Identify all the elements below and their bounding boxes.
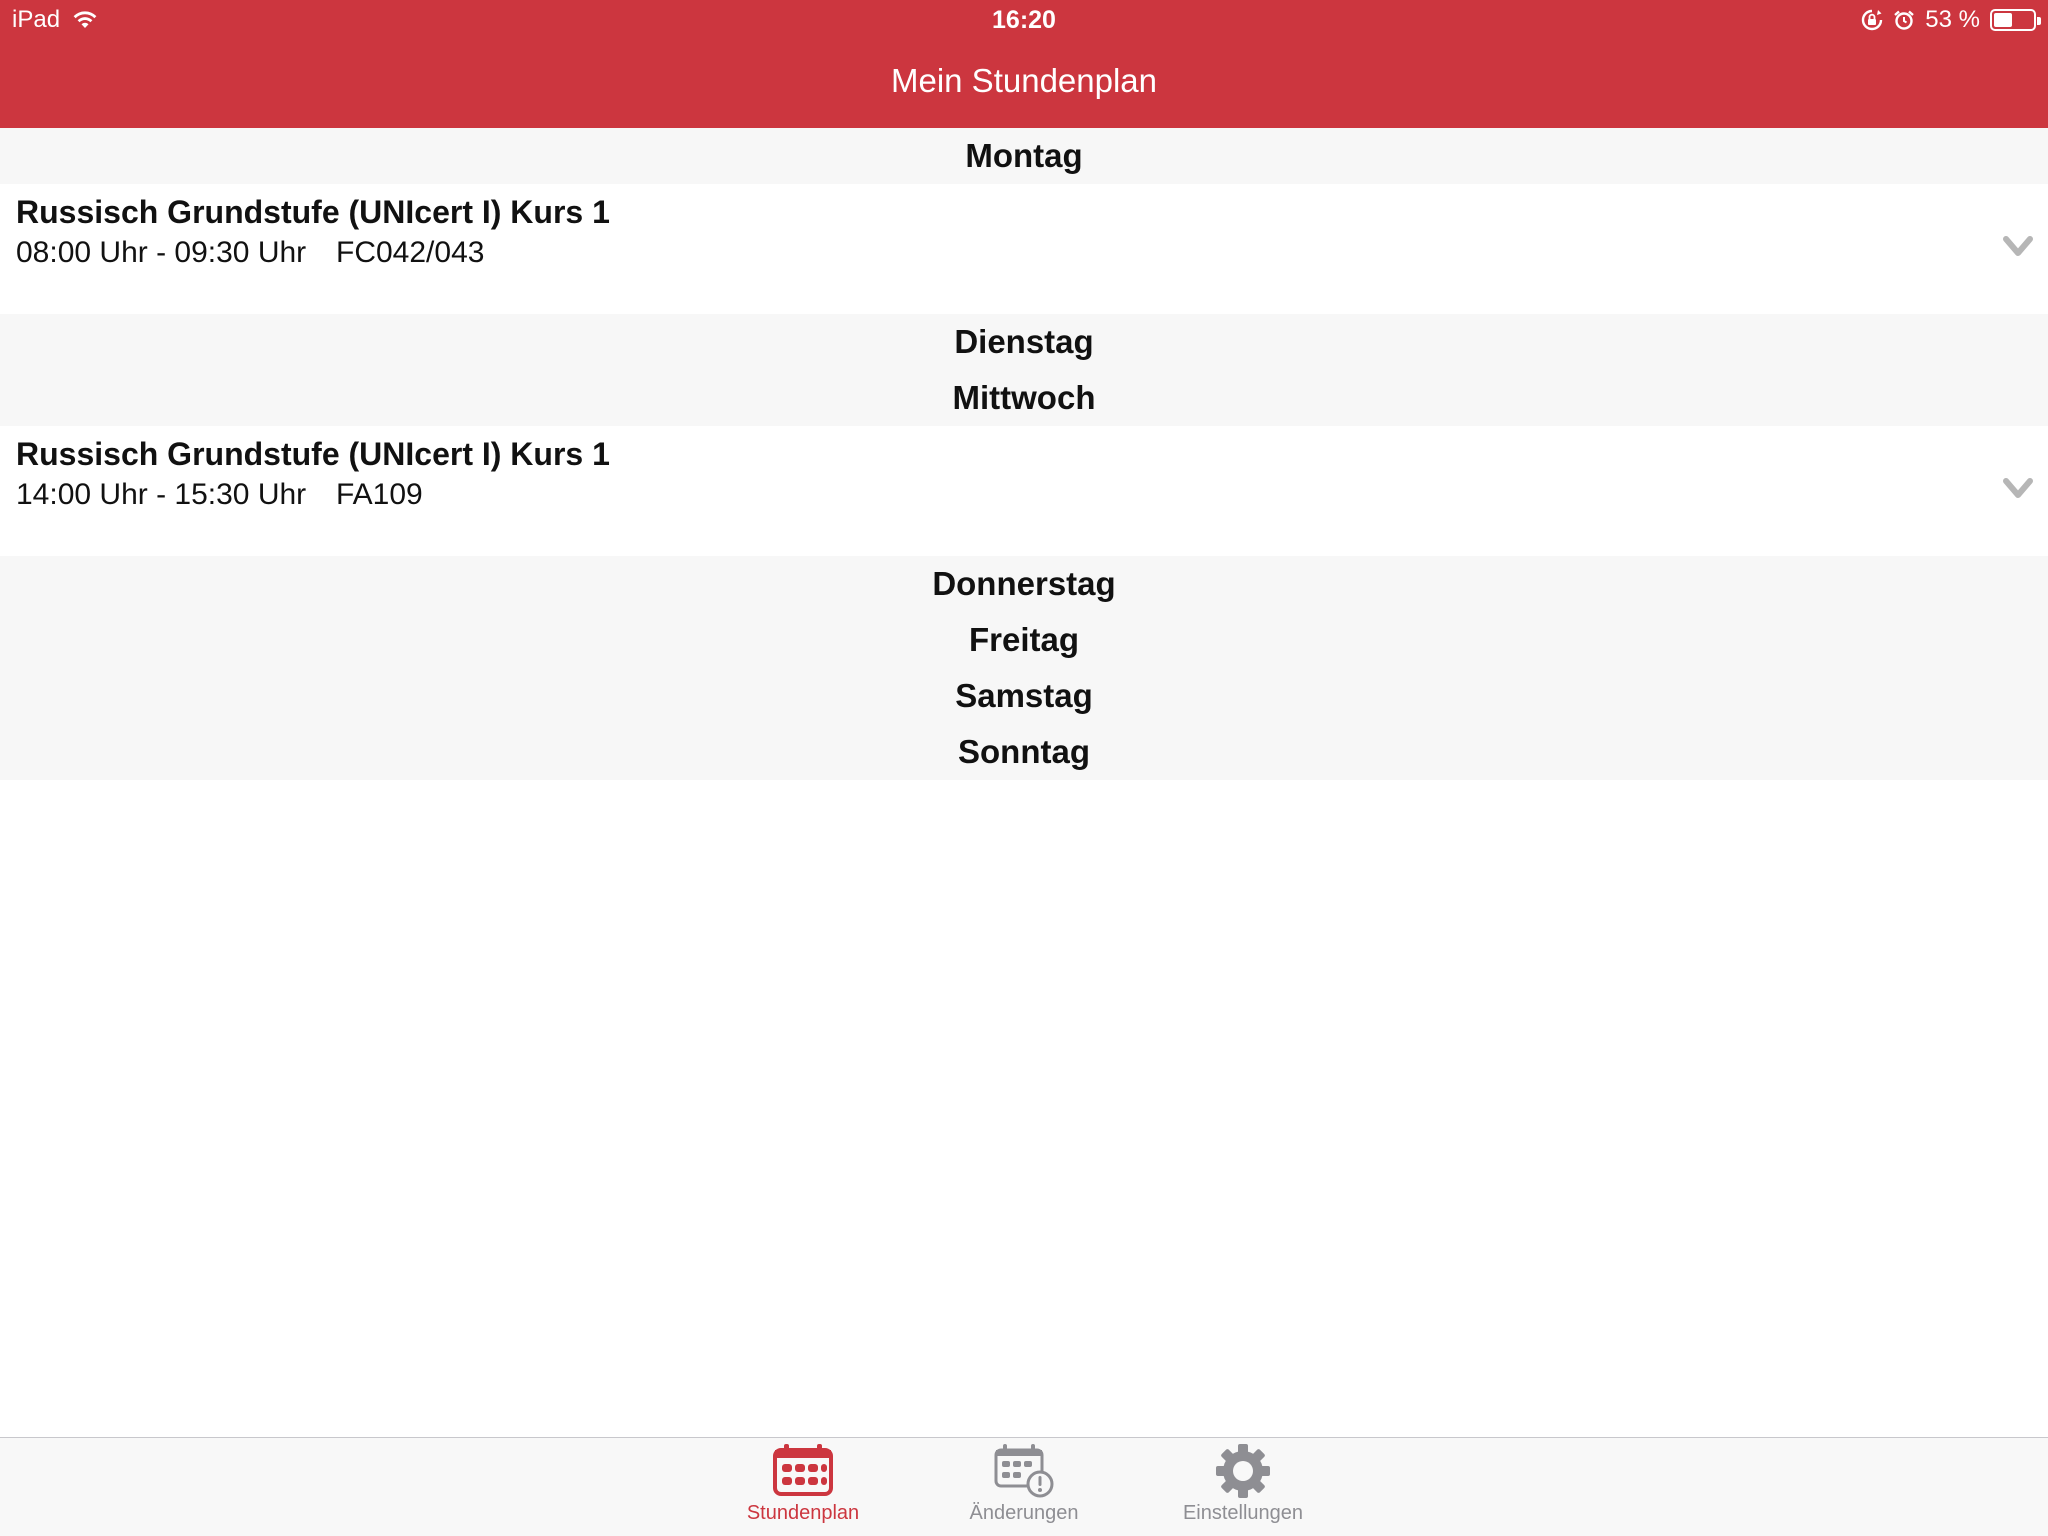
rotation-lock-icon xyxy=(1862,9,1883,31)
gear-icon xyxy=(1216,1444,1270,1498)
lesson-meta: 08:00 Uhr - 09:30 Uhr FC042/043 xyxy=(16,236,484,270)
status-bar: iPad 16:20 53 % xyxy=(0,0,2048,40)
lesson-row[interactable]: Russisch Grundstufe (UNIcert I) Kurs 1 08… xyxy=(0,184,2048,314)
lesson-title: Russisch Grundstufe (UNIcert I) Kurs 1 xyxy=(16,436,610,472)
schedule-list[interactable]: Montag Russisch Grundstufe (UNIcert I) Ku… xyxy=(0,128,2048,780)
lesson-row[interactable]: Russisch Grundstufe (UNIcert I) Kurs 1 14… xyxy=(0,426,2048,556)
day-header: Montag xyxy=(0,128,2048,184)
lesson-room: FC042/043 xyxy=(336,236,485,269)
battery-tip xyxy=(2037,17,2041,25)
status-time: 16:20 xyxy=(992,6,1056,34)
tab-label: Stundenplan xyxy=(746,1502,860,1524)
lesson-time: 14:00 Uhr - 15:30 Uhr xyxy=(16,478,307,511)
app-screen: iPad 16:20 53 % Mein Stundenplan Montag … xyxy=(0,0,2048,1536)
tab-label: Änderungen xyxy=(969,1502,1079,1524)
day-header: Freitag xyxy=(0,612,2048,668)
battery-icon xyxy=(1990,9,2041,31)
day-header: Donnerstag xyxy=(0,556,2048,612)
lesson-title: Russisch Grundstufe (UNIcert I) Kurs 1 xyxy=(16,194,610,230)
status-right: 53 % xyxy=(1861,6,2041,34)
tab-einstellungen[interactable]: Einstellungen xyxy=(1153,1438,1333,1536)
day-header: Dienstag xyxy=(0,314,2048,370)
tab-stundenplan[interactable]: Stundenplan xyxy=(713,1438,893,1536)
calendar-alert-icon xyxy=(994,1444,1054,1498)
header: iPad 16:20 53 % Mein Stundenplan xyxy=(0,0,2048,128)
battery-percentage: 53 % xyxy=(1925,6,1980,33)
lesson-meta: 14:00 Uhr - 15:30 Uhr FA109 xyxy=(16,478,423,512)
battery-level xyxy=(1994,13,2013,27)
day-header: Sonntag xyxy=(0,724,2048,780)
tab-label: Einstellungen xyxy=(1182,1502,1304,1524)
lesson-room: FA109 xyxy=(336,478,423,511)
lesson-time: 08:00 Uhr - 09:30 Uhr xyxy=(16,236,307,269)
chevron-down-icon[interactable] xyxy=(2000,470,2036,506)
alarm-icon xyxy=(1894,10,1915,30)
chevron-down-icon[interactable] xyxy=(2000,228,2036,264)
day-header: Mittwoch xyxy=(0,370,2048,426)
day-header: Samstag xyxy=(0,668,2048,724)
page-title: Mein Stundenplan xyxy=(890,62,1158,99)
tab-aenderungen[interactable]: Änderungen xyxy=(934,1438,1114,1536)
calendar-icon xyxy=(773,1444,833,1496)
tab-bar: Stundenplan Änderungen Einstellungen xyxy=(0,1437,2048,1536)
